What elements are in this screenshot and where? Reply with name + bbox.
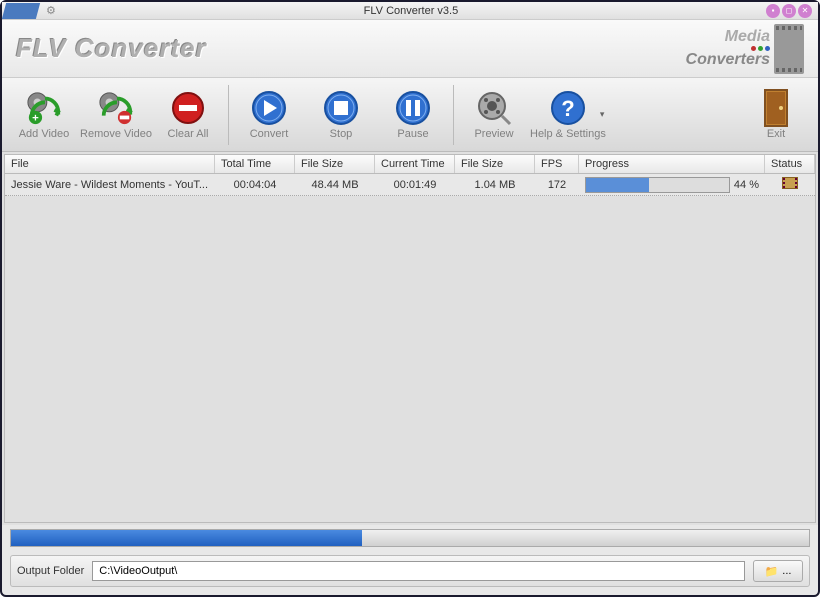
pause-icon [395, 90, 431, 126]
pause-button[interactable]: Pause [377, 80, 449, 150]
clear-all-icon [170, 90, 206, 126]
titlebar-stripes [2, 3, 38, 19]
output-folder-label: Output Folder [17, 565, 84, 577]
help-icon: ? [550, 90, 586, 126]
minimize-button[interactable]: ▪ [766, 4, 780, 18]
help-settings-button[interactable]: ? Help & Settings [530, 80, 606, 150]
cell-progress: 44 % [579, 177, 765, 193]
cell-file-size: 48.44 MB [295, 179, 375, 191]
cell-file-size2: 1.04 MB [455, 179, 535, 191]
col-current-time[interactable]: Current Time [375, 155, 455, 173]
header-logo-bar: FLV Converter Media Converters [2, 20, 818, 78]
exit-icon [758, 90, 794, 126]
titlebar[interactable]: ⚙ FLV Converter v3.5 ▪ ◻ ✕ [2, 2, 818, 20]
film-strip-icon [774, 24, 804, 74]
maximize-button[interactable]: ◻ [782, 4, 796, 18]
toolbar: + Add Video Remove Video Clear All Conve… [2, 78, 818, 152]
svg-text:?: ? [561, 96, 574, 121]
table-body: Jessie Ware - Wildest Moments - YouT... … [4, 174, 816, 523]
app-window: ⚙ FLV Converter v3.5 ▪ ◻ ✕ FLV Converter… [0, 0, 820, 597]
convert-button[interactable]: Convert [233, 80, 305, 150]
output-folder-row: Output Folder 📁 ... [10, 555, 810, 587]
col-file-size[interactable]: File Size [295, 155, 375, 173]
col-total-time[interactable]: Total Time [215, 155, 295, 173]
table-row[interactable]: Jessie Ware - Wildest Moments - YouT... … [5, 174, 815, 196]
add-video-button[interactable]: + Add Video [8, 80, 80, 150]
row-progress-bar [585, 177, 730, 193]
clear-all-button[interactable]: Clear All [152, 80, 224, 150]
overall-progress-bar [10, 529, 810, 547]
remove-video-icon [98, 90, 134, 126]
add-video-icon: + [26, 90, 62, 126]
col-fps[interactable]: FPS [535, 155, 579, 173]
brand-logo: Media Converters [686, 28, 770, 69]
stop-button[interactable]: Stop [305, 80, 377, 150]
remove-video-button[interactable]: Remove Video [80, 80, 152, 150]
col-file-size2[interactable]: File Size [455, 155, 535, 173]
window-title: FLV Converter v3.5 [56, 5, 766, 17]
browse-button[interactable]: 📁 ... [753, 560, 803, 582]
app-logo-text: FLV Converter [16, 33, 207, 64]
cell-status [765, 177, 815, 192]
table-header: File Total Time File Size Current Time F… [4, 154, 816, 174]
preview-icon [476, 90, 512, 126]
cell-current-time: 00:01:49 [375, 179, 455, 191]
cell-total-time: 00:04:04 [215, 179, 295, 191]
help-dropdown-arrow[interactable]: ▾ [600, 109, 605, 120]
col-progress[interactable]: Progress [579, 155, 765, 173]
cell-fps: 172 [535, 179, 579, 191]
col-status[interactable]: Status [765, 155, 815, 173]
file-table: File Total Time File Size Current Time F… [2, 152, 818, 525]
preview-button[interactable]: Preview [458, 80, 530, 150]
cell-file: Jessie Ware - Wildest Moments - YouT... [5, 179, 215, 191]
folder-icon: 📁 [765, 565, 779, 578]
row-progress-label: 44 % [734, 179, 759, 191]
stop-icon [323, 90, 359, 126]
svg-text:+: + [32, 112, 39, 124]
output-folder-input[interactable] [92, 561, 745, 581]
exit-button[interactable]: Exit [740, 80, 812, 150]
play-icon [251, 90, 287, 126]
col-file[interactable]: File [5, 155, 215, 173]
system-menu-icon[interactable]: ⚙ [46, 4, 56, 17]
close-button[interactable]: ✕ [798, 4, 812, 18]
converting-status-icon [782, 177, 798, 189]
